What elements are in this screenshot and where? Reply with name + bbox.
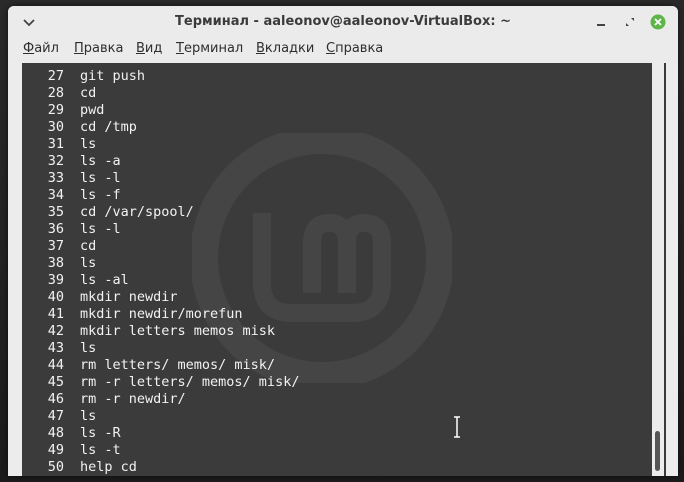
history-line: 40 mkdir newdir	[22, 289, 622, 306]
history-number: 34	[47, 187, 64, 203]
window-title: Терминал - aaleonov@aaleonov-VirtualBox:…	[175, 14, 511, 29]
minimize-icon[interactable]	[593, 14, 609, 30]
history-line: 39 ls -al	[22, 272, 622, 289]
menu-tabs[interactable]: Вкладки	[256, 41, 314, 56]
history-number: 46	[47, 391, 64, 407]
history-line: 32 ls -a	[22, 153, 622, 170]
history-command: ls	[80, 136, 97, 152]
history-command: rm -r letters/ memos/ misk/	[80, 374, 300, 390]
history-line: 42 mkdir letters memos misk	[22, 323, 622, 340]
menu-edit[interactable]: Правка	[74, 41, 123, 56]
history-command: cd /tmp	[80, 119, 137, 135]
history-number: 44	[47, 357, 64, 373]
history-command: ls -t	[80, 442, 121, 458]
history-number: 42	[47, 323, 64, 339]
title-bar[interactable]: Терминал - aaleonov@aaleonov-VirtualBox:…	[8, 6, 678, 38]
menu-file[interactable]: Файл	[23, 41, 59, 56]
history-number: 37	[47, 238, 64, 254]
history-command: ls -R	[80, 425, 121, 441]
history-line: 27 git push	[22, 68, 622, 85]
history-line: 46 rm -r newdir/	[22, 391, 622, 408]
history-command: ls	[80, 255, 97, 271]
history-line: 34 ls -f	[22, 187, 622, 204]
terminal-output[interactable]: 27 git push 28 cd 29 pwd 30 cd /tmp 31 ls 32 ls -a 3…	[22, 63, 666, 476]
scrollbar[interactable]	[652, 63, 664, 476]
history-line: 45 rm -r letters/ memos/ misk/	[22, 374, 622, 391]
history-line: 36 ls -l	[22, 221, 622, 238]
history-command: mkdir newdir/morefun	[80, 306, 243, 322]
history-number: 28	[47, 85, 64, 101]
history-number: 31	[47, 136, 64, 152]
history-command: cd	[80, 85, 97, 101]
history-line: 29 pwd	[22, 102, 622, 119]
history-number: 43	[47, 340, 64, 356]
history-line: 31 ls	[22, 136, 622, 153]
history-line: 35 cd /var/spool/	[22, 204, 622, 221]
history-command: ls -a	[80, 153, 121, 169]
history-number: 48	[47, 425, 64, 441]
close-icon[interactable]	[650, 14, 666, 30]
history-command: mkdir newdir	[80, 289, 178, 305]
history-line: 47 ls	[22, 408, 622, 425]
history-number: 35	[47, 204, 64, 220]
history-line: 49 ls -t	[22, 442, 622, 459]
history-number: 45	[47, 374, 64, 390]
history-number: 29	[47, 102, 64, 118]
history-command: ls -l	[80, 170, 121, 186]
history-command: ls -al	[80, 272, 129, 288]
history-line: 41 mkdir newdir/morefun	[22, 306, 622, 323]
history-number: 33	[47, 170, 64, 186]
history-command: pwd	[80, 102, 105, 118]
history-line: 30 cd /tmp	[22, 119, 622, 136]
history-command: ls	[80, 340, 97, 356]
history-command: ls -f	[80, 187, 121, 203]
history-line: 37 cd	[22, 238, 622, 255]
history-command: cd	[80, 238, 97, 254]
history-number: 39	[47, 272, 64, 288]
history-number: 47	[47, 408, 64, 424]
history-command: mkdir letters memos misk	[80, 323, 276, 339]
history-line: 38 ls	[22, 255, 622, 272]
history-number: 50	[47, 459, 64, 475]
history-line: 43 ls	[22, 340, 622, 357]
history-command: rm -r newdir/	[80, 391, 186, 407]
menu-help[interactable]: Справка	[326, 41, 383, 56]
scrollbar-thumb[interactable]	[655, 431, 660, 471]
history-line: 33 ls -l	[22, 170, 622, 187]
history-number: 49	[47, 442, 64, 458]
terminal-window: Терминал - aaleonov@aaleonov-VirtualBox:…	[8, 6, 678, 476]
history-command: help cd	[80, 459, 137, 475]
history-command: rm letters/ memos/ misk/	[80, 357, 276, 373]
maximize-icon[interactable]	[622, 14, 638, 30]
history-number: 32	[47, 153, 64, 169]
history-number: 36	[47, 221, 64, 237]
history-line: 44 rm letters/ memos/ misk/	[22, 357, 622, 374]
history-line: 28 cd	[22, 85, 622, 102]
history-number: 27	[47, 68, 64, 84]
history-command: ls	[80, 408, 97, 424]
history-number: 41	[47, 306, 64, 322]
history-number: 38	[47, 255, 64, 271]
menu-terminal[interactable]: Терминал	[176, 41, 243, 56]
history-line: 48 ls -R	[22, 425, 622, 442]
menu-bar: Файл Правка Вид Терминал Вкладки Справка	[8, 38, 678, 62]
history-command: ls -l	[80, 221, 121, 237]
menu-view[interactable]: Вид	[136, 41, 162, 56]
history-command: cd /var/spool/	[80, 204, 194, 220]
history-line: 50 help cd	[22, 459, 622, 476]
history-number: 40	[47, 289, 64, 305]
history-command: git push	[80, 68, 146, 84]
text-cursor-icon	[454, 416, 460, 438]
history-number: 30	[47, 119, 64, 135]
